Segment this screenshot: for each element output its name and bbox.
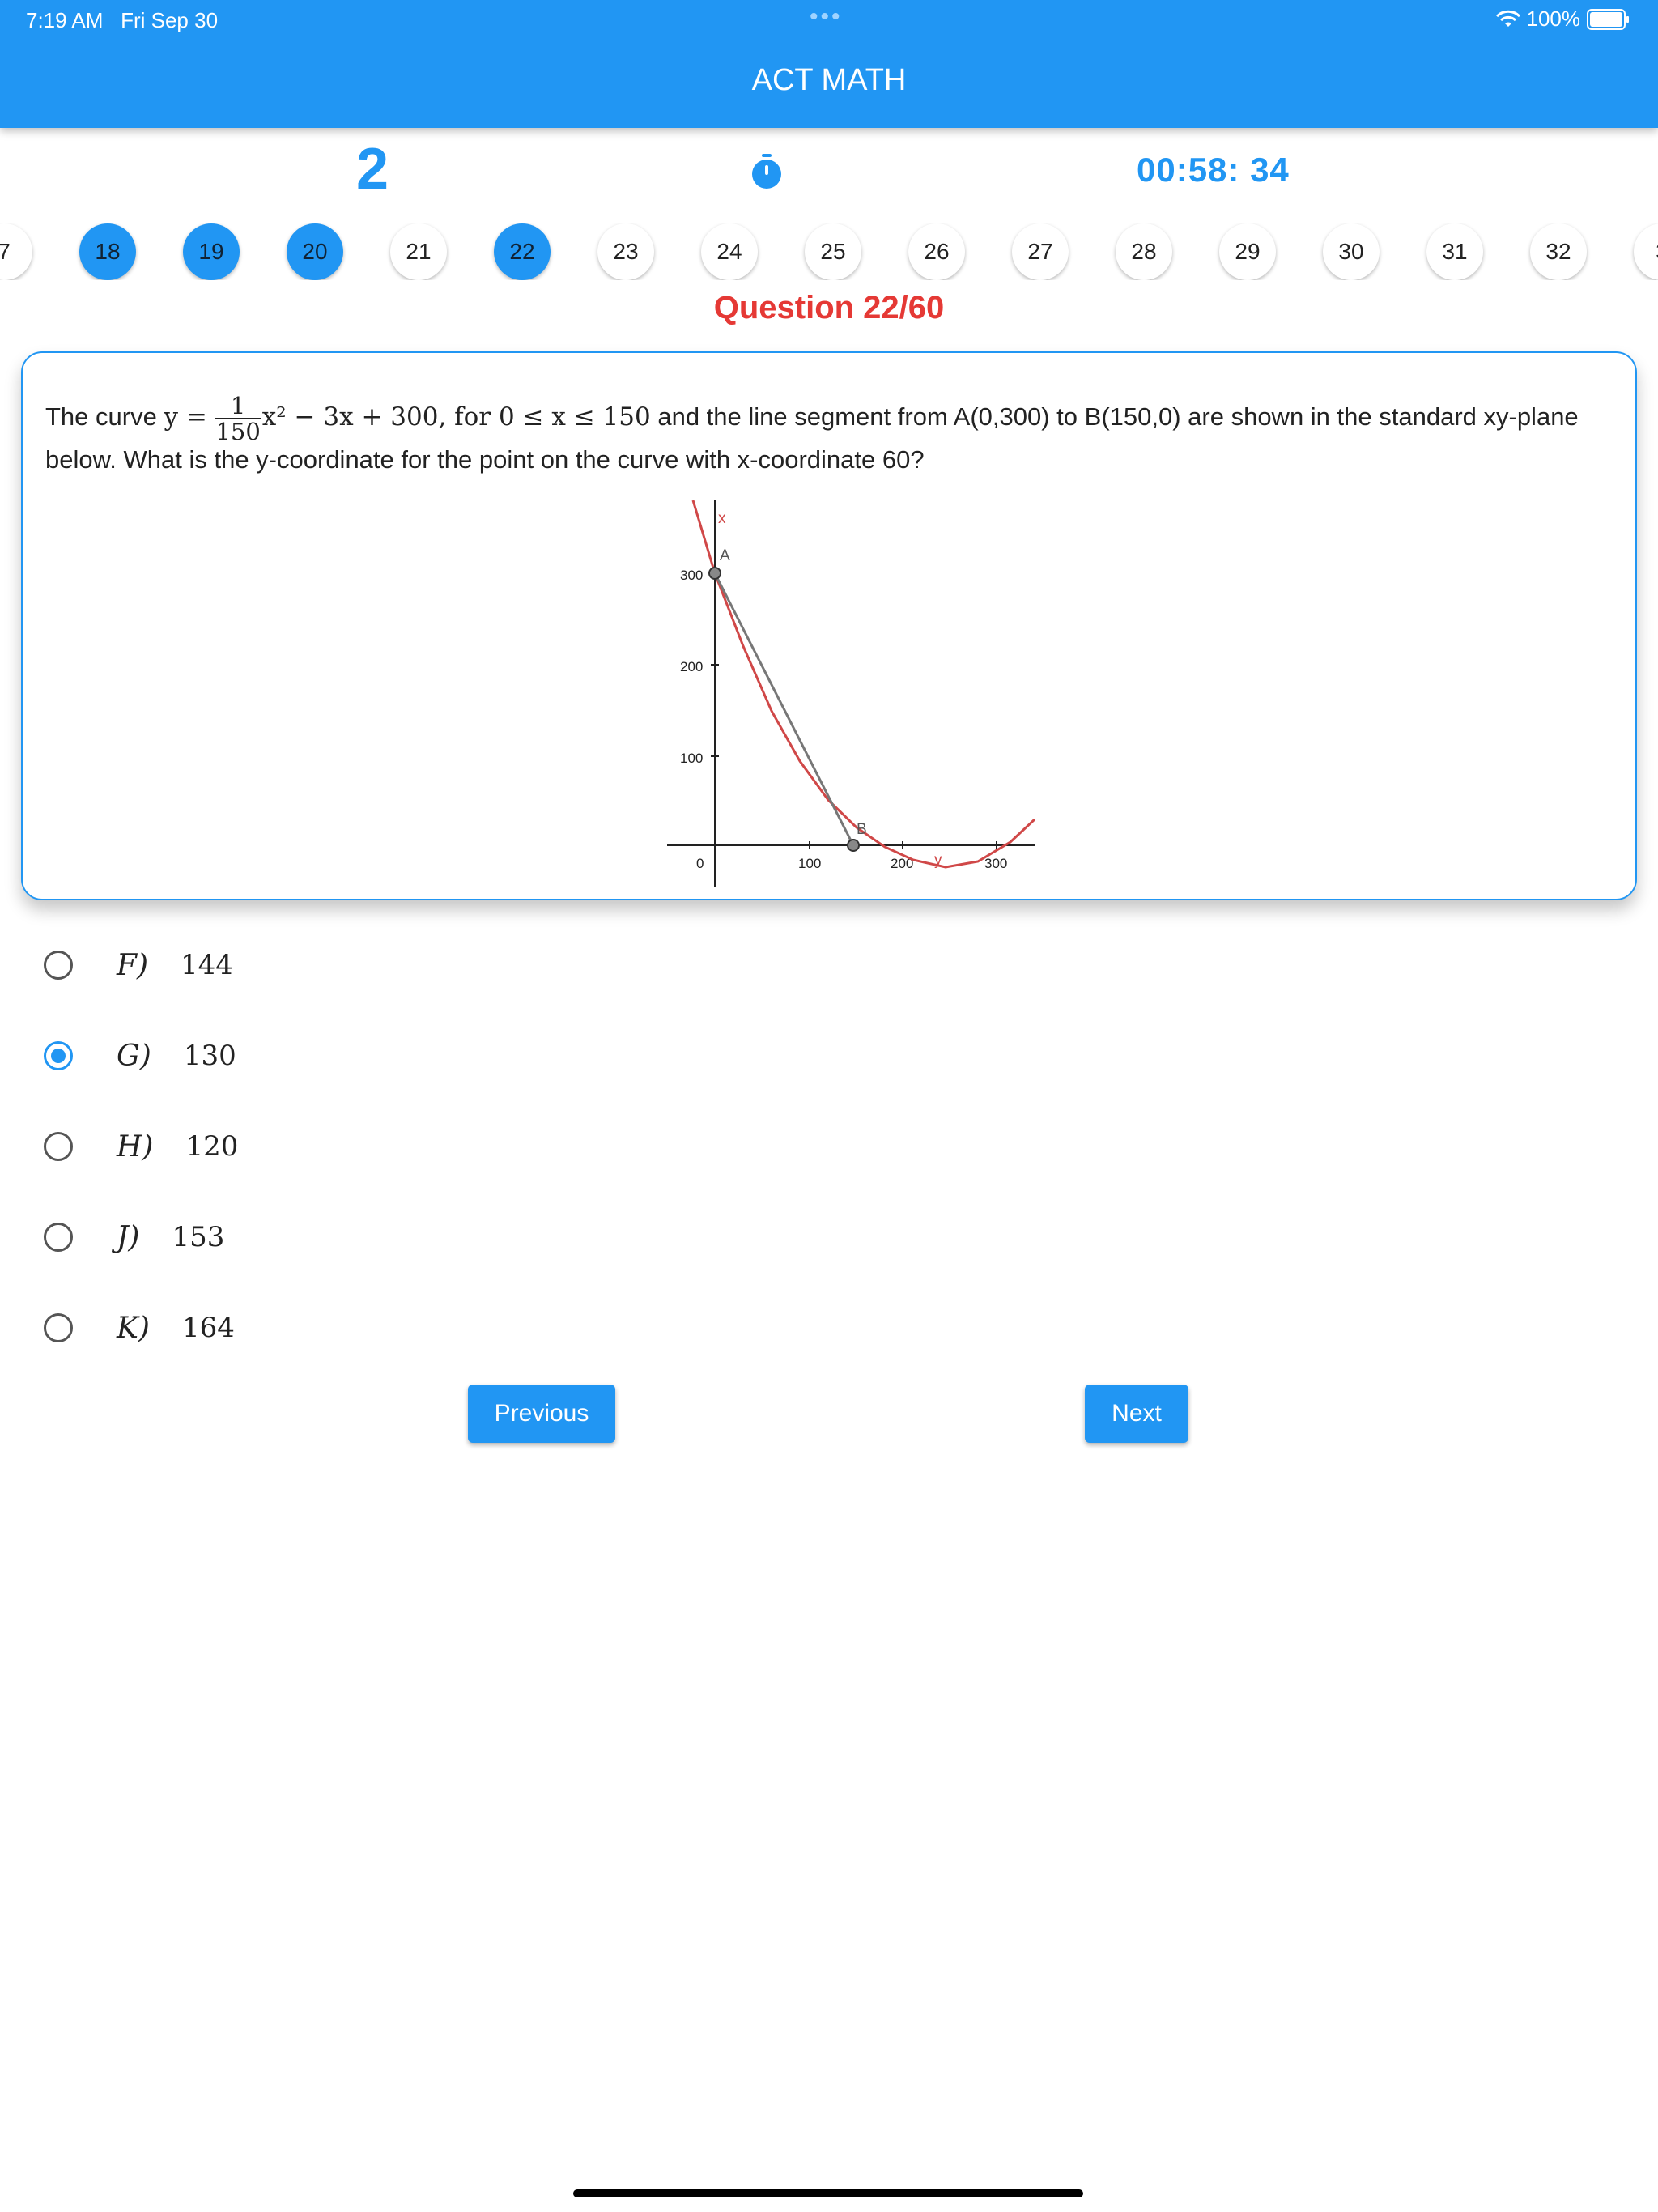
question-number-28[interactable]: 28 bbox=[1116, 223, 1172, 280]
question-number-18[interactable]: 18 bbox=[79, 223, 136, 280]
app-bar: 7:19 AM Fri Sep 30 ••• 100% ACT MATH bbox=[0, 0, 1658, 128]
question-prefix: The curve bbox=[45, 402, 157, 432]
radio-button[interactable] bbox=[44, 1041, 73, 1070]
point-b-marker bbox=[847, 839, 860, 852]
point-a-marker bbox=[708, 567, 721, 580]
option-value: 164 bbox=[181, 1312, 235, 1344]
option-letter: J) bbox=[117, 1220, 140, 1254]
option-letter: G) bbox=[117, 1039, 151, 1073]
question-number-27[interactable]: 27 bbox=[1012, 223, 1069, 280]
axis-label-x: x bbox=[718, 510, 726, 527]
question-number-23[interactable]: 23 bbox=[597, 223, 654, 280]
question-number-25[interactable]: 25 bbox=[805, 223, 861, 280]
status-date: Fri Sep 30 bbox=[121, 8, 219, 32]
option-letter: K) bbox=[117, 1311, 150, 1345]
answer-option[interactable]: H) 120 bbox=[44, 1122, 238, 1171]
x-tick-label: 100 bbox=[798, 856, 821, 871]
question-graph: 300 200 100 0 100 200 300 x y A B bbox=[667, 500, 1036, 887]
question-text: The curve y = 1 150 x² − 3x + 300, for 0… bbox=[45, 393, 1616, 476]
app-title: ACT MATH bbox=[751, 63, 907, 97]
fraction-numerator: 1 bbox=[215, 393, 261, 419]
multitasking-dots[interactable]: ••• bbox=[810, 3, 843, 31]
segment-ab bbox=[713, 572, 855, 846]
option-value: 153 bbox=[172, 1221, 225, 1253]
battery-percent: 100% bbox=[1526, 6, 1581, 31]
home-indicator[interactable] bbox=[573, 2189, 1083, 2197]
option-letter: H) bbox=[117, 1129, 154, 1163]
x-tick-label: 0 bbox=[696, 856, 704, 871]
question-number-24[interactable]: 24 bbox=[701, 223, 758, 280]
status-indicators: 100% bbox=[1495, 6, 1629, 32]
radio-button[interactable] bbox=[44, 951, 73, 980]
next-button[interactable]: Next bbox=[1085, 1385, 1188, 1443]
question-number-20[interactable]: 20 bbox=[287, 223, 343, 280]
answer-option[interactable]: K) 164 bbox=[44, 1304, 235, 1352]
y-tick-label: 200 bbox=[680, 659, 703, 674]
question-navigator: 7 18 19 20 21 22 23 24 25 26 27 28 29 30 31 32 3 bbox=[0, 223, 1658, 280]
fraction-denominator: 150 bbox=[215, 418, 261, 445]
question-number-29[interactable]: 29 bbox=[1219, 223, 1276, 280]
formula-rest: x² − 3x + 300, for 0 ≤ x ≤ 150 bbox=[261, 402, 651, 432]
question-number-32[interactable]: 32 bbox=[1530, 223, 1587, 280]
question-counter: Question 22/60 bbox=[713, 290, 945, 325]
point-a-label: A bbox=[720, 547, 730, 564]
option-value: 120 bbox=[185, 1130, 239, 1163]
formula-lhs: y = bbox=[164, 402, 207, 432]
formula-fraction: 1 150 bbox=[215, 393, 261, 445]
option-value: 130 bbox=[183, 1040, 236, 1072]
previous-button[interactable]: Previous bbox=[468, 1385, 615, 1443]
x-tick-label: 300 bbox=[984, 856, 1007, 871]
battery-icon bbox=[1587, 8, 1629, 30]
answer-option[interactable]: J) 153 bbox=[44, 1213, 224, 1261]
option-value: 144 bbox=[181, 949, 233, 981]
parabola-curve bbox=[691, 500, 1036, 869]
question-number-19[interactable]: 19 bbox=[183, 223, 240, 280]
point-b-label: B bbox=[857, 821, 867, 838]
question-number-3[interactable]: 3 bbox=[1634, 223, 1658, 280]
question-number-30[interactable]: 30 bbox=[1323, 223, 1380, 280]
wifi-icon bbox=[1495, 10, 1520, 27]
question-number-31[interactable]: 31 bbox=[1426, 223, 1483, 280]
y-tick-label: 300 bbox=[680, 568, 703, 583]
answer-option[interactable]: F) 144 bbox=[44, 941, 233, 989]
stopwatch-icon bbox=[752, 154, 781, 189]
question-card: The curve y = 1 150 x² − 3x + 300, for 0… bbox=[21, 351, 1637, 900]
radio-button[interactable] bbox=[44, 1223, 73, 1252]
radio-button[interactable] bbox=[44, 1132, 73, 1161]
y-tick-label: 100 bbox=[680, 751, 703, 766]
question-number-7[interactable]: 7 bbox=[0, 223, 32, 280]
option-letter: F) bbox=[117, 948, 149, 982]
question-number-21[interactable]: 21 bbox=[390, 223, 447, 280]
status-clock: 7:19 AM bbox=[26, 8, 104, 32]
status-time: 7:19 AM Fri Sep 30 bbox=[26, 8, 218, 33]
answer-option[interactable]: G) 130 bbox=[44, 1032, 236, 1080]
question-number-22[interactable]: 22 bbox=[494, 223, 551, 280]
radio-button[interactable] bbox=[44, 1313, 73, 1342]
question-number-26[interactable]: 26 bbox=[908, 223, 965, 280]
score-number: 2 bbox=[356, 137, 389, 202]
countdown-timer: 00:58: 34 bbox=[1137, 151, 1290, 189]
